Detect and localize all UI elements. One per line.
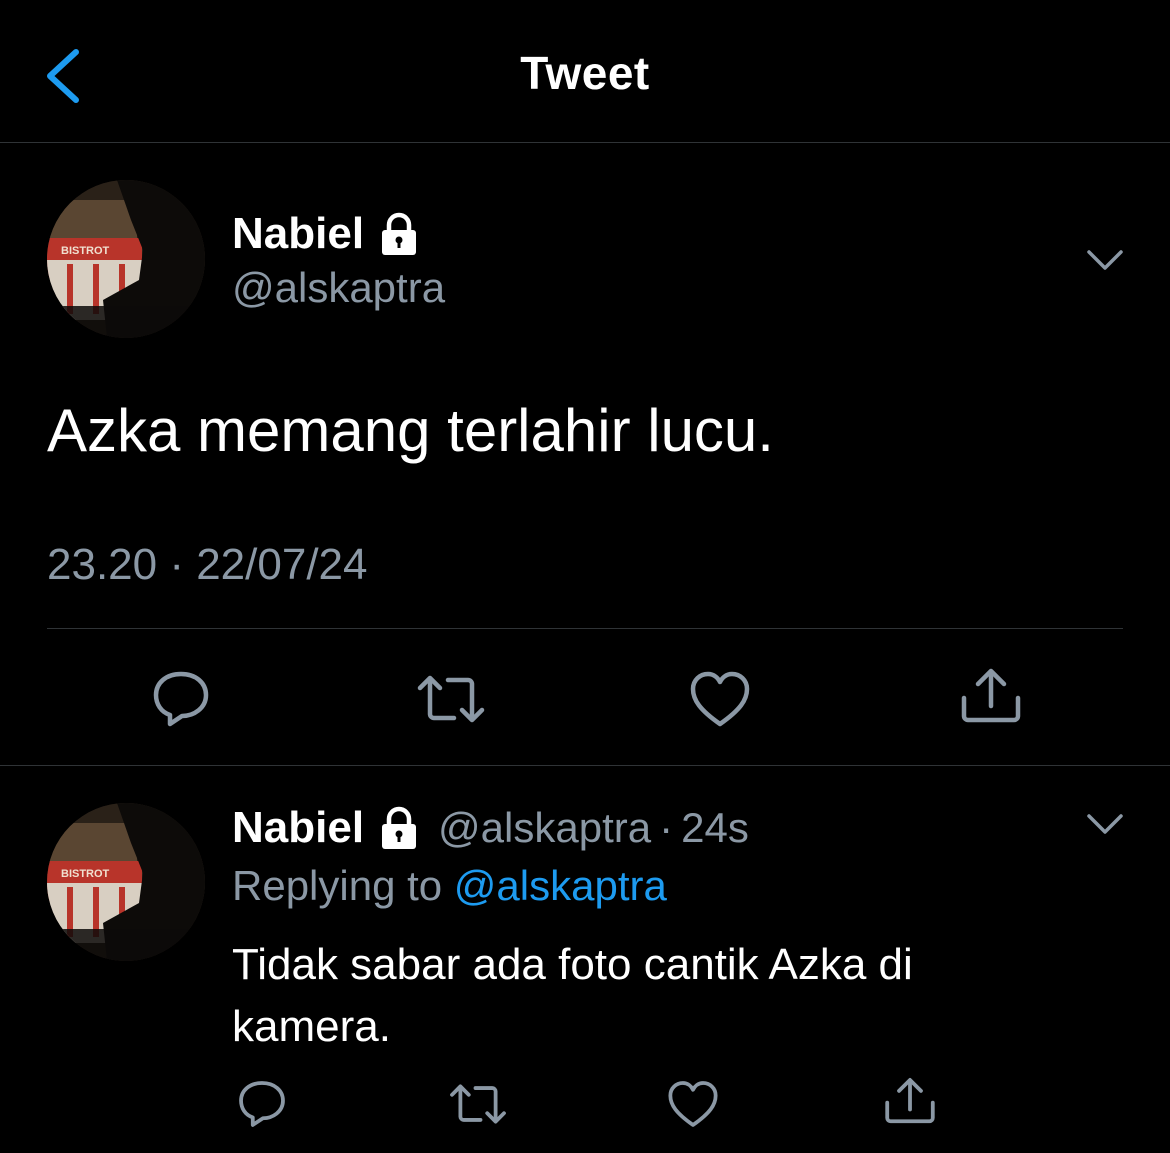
lock-icon xyxy=(382,212,417,255)
heart-icon xyxy=(668,1081,718,1127)
replying-to-line: Replying to @alskaptra xyxy=(232,862,667,910)
reply-button[interactable] xyxy=(236,1078,288,1130)
replying-to-handle-link[interactable]: @alskaptra xyxy=(454,862,667,909)
author-handle[interactable]: @alskaptra xyxy=(232,264,445,312)
divider xyxy=(47,628,1123,629)
reply-icon xyxy=(153,671,209,727)
avatar[interactable]: BISTROT xyxy=(47,180,205,338)
relative-time[interactable]: 24s xyxy=(681,804,749,852)
avatar-sign-text: BISTROT xyxy=(61,868,110,880)
chevron-down-icon xyxy=(1087,250,1123,270)
reply-text: Tidak sabar ada foto cantik Azka di kame… xyxy=(232,940,913,1051)
avatar[interactable]: BISTROT xyxy=(47,803,205,961)
lock-icon xyxy=(382,806,417,849)
top-bar: Tweet xyxy=(0,0,1170,143)
divider xyxy=(0,765,1170,766)
share-button[interactable] xyxy=(958,664,1024,728)
author-name-row: Nabiel xyxy=(232,206,422,262)
replying-to-label: Replying to xyxy=(232,862,443,909)
share-button[interactable] xyxy=(882,1074,938,1128)
retweet-icon xyxy=(417,675,485,723)
like-button[interactable] xyxy=(666,1078,720,1130)
more-options-button[interactable] xyxy=(1085,810,1125,838)
reply-button[interactable] xyxy=(150,668,212,730)
reply-author-row: Nabiel @alskaptra · 24s xyxy=(232,800,749,856)
author-handle[interactable]: @alskaptra xyxy=(438,804,651,852)
heart-icon xyxy=(690,671,750,727)
separator-dot: · xyxy=(659,804,674,851)
retweet-icon xyxy=(450,1084,506,1124)
display-name[interactable]: Nabiel xyxy=(232,209,364,259)
more-options-button[interactable] xyxy=(1085,246,1125,274)
page-title: Tweet xyxy=(520,47,650,99)
retweet-button[interactable] xyxy=(416,668,486,730)
avatar-sign-text: BISTROT xyxy=(61,245,110,257)
chevron-down-icon xyxy=(1087,814,1123,834)
tweet-timestamp[interactable]: 23.20 · 22/07/24 xyxy=(47,540,367,590)
reply-icon xyxy=(239,1081,285,1127)
retweet-button[interactable] xyxy=(448,1078,508,1130)
like-button[interactable] xyxy=(688,668,752,730)
share-icon xyxy=(885,1078,935,1124)
tweet-text: Azka memang terlahir lucu. xyxy=(47,397,774,464)
display-name[interactable]: Nabiel xyxy=(232,803,364,853)
share-icon xyxy=(961,668,1021,723)
